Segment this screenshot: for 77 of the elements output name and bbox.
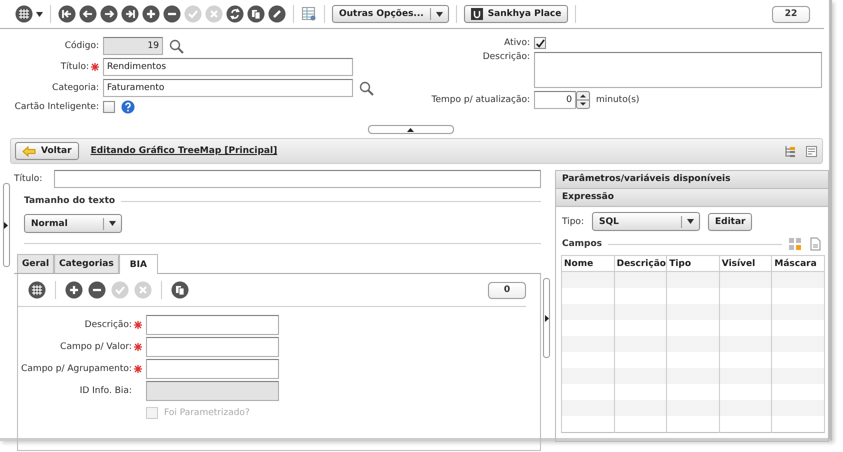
column-header[interactable]: Nome	[562, 256, 614, 272]
field-label: Cartão Inteligente:	[14, 102, 100, 112]
skip-last-icon[interactable]	[121, 5, 139, 23]
text-field[interactable]	[146, 315, 279, 335]
arrow-right-icon	[4, 222, 8, 228]
search-icon[interactable]	[359, 80, 374, 96]
field-label: Tempo p/ atualização:	[430, 95, 531, 105]
document-icon[interactable]	[808, 237, 822, 251]
tab[interactable]: BIA	[118, 254, 158, 274]
section-header[interactable]: Parâmetros/variáveis disponíveis	[556, 171, 828, 189]
type-dropdown[interactable]: SQL	[592, 212, 700, 231]
checkbox-label: Foi Parametrizado?	[164, 408, 250, 418]
refresh-icon[interactable]	[226, 5, 244, 23]
table-icon[interactable]	[301, 6, 317, 22]
side-handle[interactable]	[3, 183, 10, 267]
plus-icon[interactable]	[64, 281, 83, 299]
minus-icon[interactable]	[88, 281, 106, 299]
field-label: Ativo:	[503, 38, 531, 48]
chart-title-field[interactable]	[54, 170, 541, 188]
field-label: Descrição:	[482, 52, 531, 62]
checkbox[interactable]	[534, 37, 546, 49]
plus-icon[interactable]	[142, 5, 160, 23]
field-label: Código:	[64, 41, 100, 51]
arrow-left-icon[interactable]	[79, 5, 97, 23]
checkbox[interactable]	[103, 101, 115, 113]
caret-icon	[436, 12, 443, 16]
text-field[interactable]	[146, 359, 279, 379]
back-button[interactable]: Voltar	[15, 142, 79, 160]
description-field[interactable]	[534, 52, 822, 88]
minus-icon[interactable]	[163, 5, 181, 23]
section-legend: Campos	[562, 239, 602, 249]
search-icon[interactable]	[169, 38, 184, 54]
grid-icon[interactable]	[15, 5, 33, 23]
count-badge: 22	[772, 6, 810, 22]
code-field[interactable]: 19	[103, 37, 163, 55]
logo-icon	[470, 8, 483, 20]
field-label: Descrição:	[84, 320, 132, 330]
field-label: Campo p/ Agrupamento:	[21, 364, 132, 374]
text-field[interactable]	[146, 337, 279, 357]
text-size-dropdown[interactable]: Normal	[24, 214, 122, 233]
field-label: ID Info. Bia:	[80, 386, 132, 396]
editor-title-link[interactable]: Editando Gráfico TreeMap [Principal]	[90, 146, 278, 156]
skip-first-icon[interactable]	[58, 5, 76, 23]
caret-icon	[36, 12, 43, 16]
help-icon[interactable]	[121, 100, 135, 114]
copy-icon[interactable]	[170, 281, 189, 299]
collapse-handle[interactable]	[368, 125, 454, 134]
field-label: Categoria:	[51, 83, 100, 93]
field-label: Tipo:	[562, 216, 584, 226]
grid-icon[interactable]	[28, 281, 46, 299]
edit-button[interactable]: Editar	[708, 212, 752, 230]
tab[interactable]: Geral	[16, 254, 54, 273]
copy-icon[interactable]	[247, 5, 265, 23]
tab[interactable]: Categorias	[54, 254, 119, 273]
tree-icon[interactable]	[784, 144, 797, 158]
place-button[interactable]: Sankhya Place	[464, 5, 568, 23]
caret-icon	[108, 221, 116, 226]
field-label: Campo p/ Valor:	[60, 342, 132, 352]
category-field[interactable]: Faturamento	[103, 79, 353, 97]
interval-field[interactable]: 0	[534, 91, 576, 109]
section-legend: Tamanho do texto	[24, 196, 116, 206]
field-label: Título:	[60, 62, 89, 72]
options-dropdown[interactable]: Outras Opções...	[332, 5, 449, 23]
count-badge: 0	[488, 282, 526, 298]
spinner-icon[interactable]	[576, 91, 590, 109]
title-field[interactable]: Rendimentos	[103, 58, 353, 76]
arrow-right-icon[interactable]	[100, 5, 118, 23]
caret-icon	[686, 219, 694, 224]
field-label: Título:	[14, 174, 44, 184]
arrow-left-icon	[22, 146, 36, 156]
section-header[interactable]: Expressão	[556, 189, 828, 207]
scrollbar[interactable]	[543, 278, 550, 358]
unit-label: minuto(s)	[596, 95, 640, 105]
arrow-right-icon	[544, 314, 548, 322]
form-icon[interactable]	[805, 144, 818, 158]
arrow-up-icon	[407, 128, 414, 132]
pencil-icon[interactable]	[268, 5, 286, 23]
